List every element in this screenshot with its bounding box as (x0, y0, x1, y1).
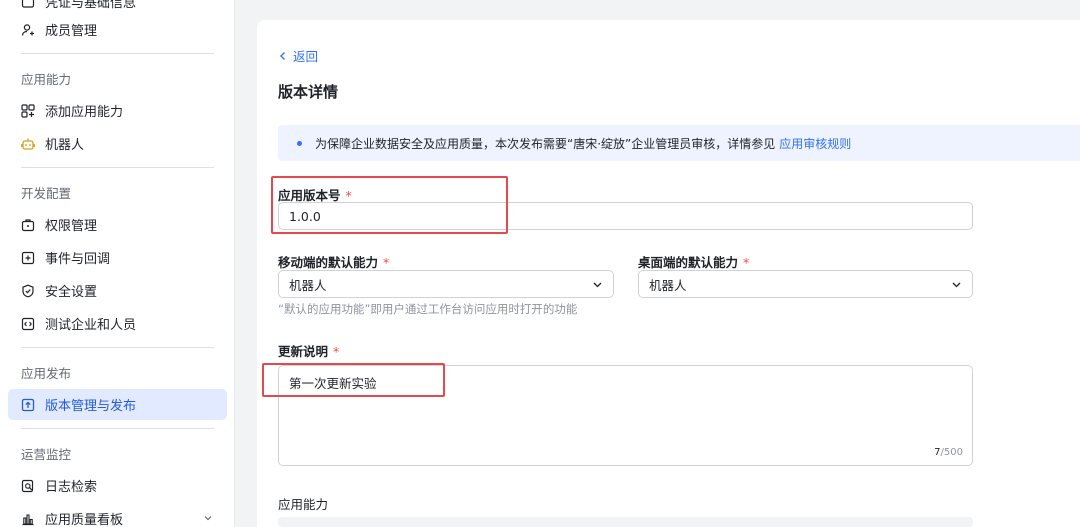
sidebar-item-test-org[interactable]: 测试企业和人员 (8, 308, 227, 339)
sidebar-item-label: 应用质量看板 (45, 513, 124, 527)
char-max: /500 (940, 447, 963, 458)
sidebar-item-events[interactable]: 事件与回调 (8, 242, 227, 273)
person-add-icon (21, 23, 35, 37)
review-rules-link[interactable]: 应用审核规则 (779, 135, 851, 152)
lock-icon (21, 218, 35, 232)
version-label-text: 应用版本号 (278, 188, 341, 203)
sidebar-divider (21, 347, 214, 348)
sidebar-item-label: 安全设置 (45, 285, 98, 300)
version-number-value: 1.0.0 (289, 208, 321, 224)
notice-text: 为保障企业数据安全及应用质量，本次发布需要“唐宋·绽放”企业管理员审核，详情参见 (315, 136, 776, 151)
app-ability-label: 应用能力 (278, 497, 329, 512)
section-title-ops-monitor: 运营监控 (21, 447, 72, 462)
sidebar-item-security[interactable]: 安全设置 (8, 275, 227, 306)
default-ability-hint: “默认的应用功能”即用户通过工作台访问应用时打开的功能 (278, 302, 578, 316)
sidebar-item-label: 测试企业和人员 (45, 318, 137, 333)
sidebar-item-label: 机器人 (45, 138, 85, 153)
mobile-default-select[interactable]: 机器人 (278, 270, 614, 298)
sidebar-item-label: 日志检索 (45, 480, 98, 495)
review-notice-banner: 为保障企业数据安全及应用质量，本次发布需要“唐宋·绽放”企业管理员审核，详情参见… (278, 125, 1080, 161)
grid-plus-icon (21, 103, 35, 118)
sidebar-divider (21, 428, 214, 429)
char-counter: 7/500 (934, 447, 963, 458)
sidebar-item-bot[interactable]: 机器人 (8, 128, 227, 159)
back-link[interactable]: 返回 (278, 46, 318, 65)
search-doc-icon (21, 479, 35, 493)
mobile-default-value: 机器人 (289, 277, 327, 293)
sidebar-item-label: 版本管理与发布 (45, 399, 137, 414)
app-ability-table-header (278, 517, 973, 527)
sidebar-item-label: 添加应用能力 (45, 105, 124, 120)
bar-chart-icon (21, 512, 35, 526)
version-number-input[interactable]: 1.0.0 (278, 202, 973, 230)
required-mark: * (383, 255, 390, 270)
sidebar: 凭证与基础信息 成员管理 应用能力 添加应用能力 机器人 开发配置 权限管理 事… (0, 0, 235, 527)
update-notes-label-text: 更新说明 (278, 344, 329, 359)
sidebar-item-label: 成员管理 (45, 24, 98, 39)
sidebar-divider (21, 53, 214, 54)
plus-square-icon (21, 251, 35, 265)
upload-icon (21, 398, 35, 412)
section-title-dev-config: 开发配置 (21, 186, 72, 201)
sidebar-item-quality-board[interactable]: 应用质量看板 (8, 503, 227, 527)
sidebar-item-version-mgmt[interactable]: 版本管理与发布 (8, 389, 227, 420)
desktop-default-value: 机器人 (649, 277, 687, 293)
desktop-default-label-text: 桌面端的默认能力 (638, 255, 739, 270)
bullet-dot-icon (297, 140, 302, 146)
chevron-down-icon (952, 282, 961, 288)
info-icon (21, 0, 35, 9)
sidebar-item-permissions[interactable]: 权限管理 (8, 209, 227, 240)
robot-icon (21, 137, 35, 151)
sidebar-item-add-ability[interactable]: 添加应用能力 (8, 95, 227, 126)
sidebar-divider (21, 167, 214, 168)
page-title: 版本详情 (278, 83, 339, 101)
sidebar-item-label: 事件与回调 (45, 252, 111, 267)
shield-icon (21, 284, 35, 298)
desktop-default-select[interactable]: 机器人 (638, 270, 973, 298)
required-mark: * (333, 344, 340, 359)
update-notes-value: 第一次更新实验 (289, 376, 377, 391)
chevron-left-icon (280, 51, 285, 60)
code-icon (21, 317, 35, 331)
required-mark: * (345, 188, 352, 203)
sidebar-item-log-search[interactable]: 日志检索 (8, 470, 227, 501)
sidebar-item-label: 凭证与基础信息 (45, 0, 137, 11)
desktop-default-label: 桌面端的默认能力 * (638, 252, 749, 271)
section-title-app-release: 应用发布 (21, 366, 72, 381)
sidebar-item-members[interactable]: 成员管理 (8, 14, 227, 45)
update-notes-textarea[interactable]: 第一次更新实验 7/500 (278, 365, 973, 466)
back-label: 返回 (293, 49, 319, 64)
update-notes-label: 更新说明 * (278, 341, 339, 360)
chevron-down-icon[interactable] (202, 512, 214, 524)
section-title-app-ability: 应用能力 (21, 72, 72, 87)
required-mark: * (743, 255, 750, 270)
mobile-default-label-text: 移动端的默认能力 (278, 255, 379, 270)
chevron-down-icon (593, 282, 602, 288)
version-detail-card: 返回 版本详情 为保障企业数据安全及应用质量，本次发布需要“唐宋·绽放”企业管理… (257, 20, 1080, 527)
sidebar-item-label: 权限管理 (45, 219, 98, 234)
mobile-default-label: 移动端的默认能力 * (278, 252, 389, 271)
